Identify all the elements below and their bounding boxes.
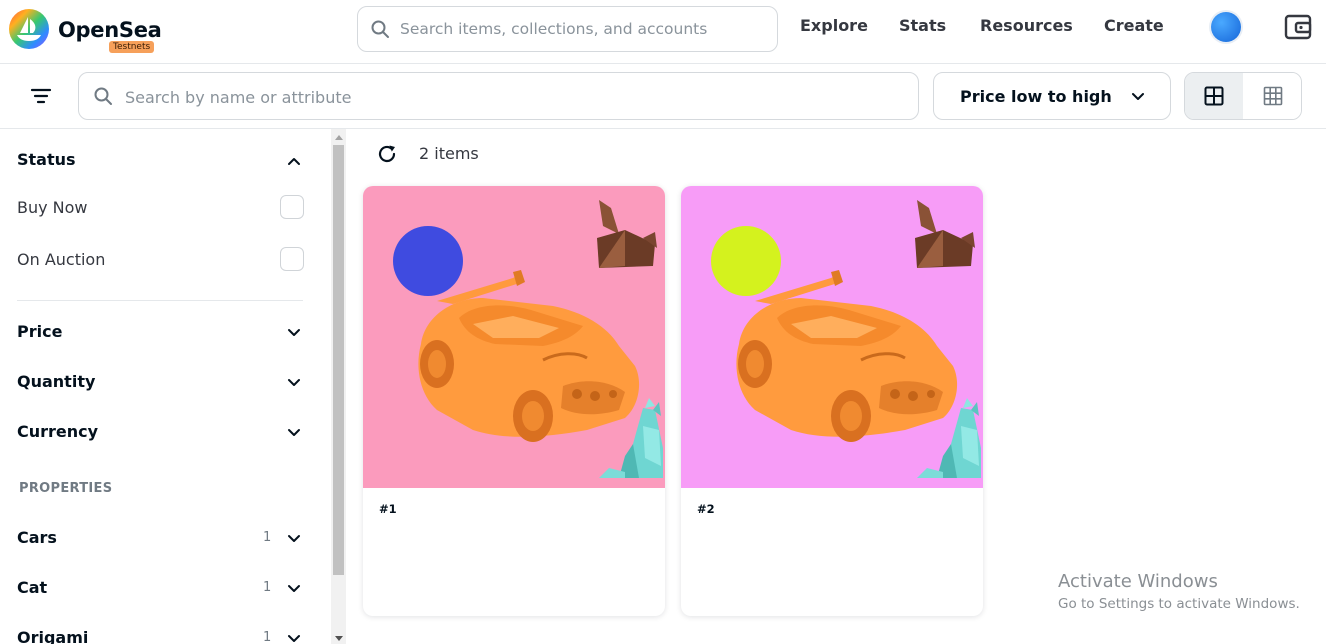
nft-item-card[interactable]: #1 [363, 186, 665, 616]
on-auction-label: On Auction [17, 250, 106, 269]
quantity-filter-header[interactable]: Quantity [17, 367, 307, 397]
property-origami-label: Origami [17, 628, 89, 644]
global-search-input[interactable] [400, 17, 770, 41]
grid-view-toggle [1184, 72, 1302, 120]
large-grid-view-button[interactable] [1185, 73, 1243, 119]
property-cars-label: Cars [17, 528, 57, 547]
small-grid-icon [1263, 86, 1283, 106]
status-filter-title: Status [17, 150, 76, 169]
small-grid-view-button[interactable] [1244, 73, 1301, 119]
nft-item-name: #1 [379, 502, 397, 516]
property-origami-header[interactable]: Origami 1 [17, 623, 307, 644]
nft-artwork-image [363, 186, 665, 488]
price-filter-title: Price [17, 322, 63, 341]
scroll-down-arrow-icon[interactable] [335, 636, 343, 641]
nav-create-link[interactable]: Create [1104, 16, 1164, 35]
status-filter-header[interactable]: Status [17, 145, 307, 175]
chevron-down-icon [288, 635, 300, 642]
sidebar-divider [17, 300, 303, 301]
item-search-box[interactable] [78, 72, 919, 120]
price-filter-header[interactable]: Price [17, 317, 307, 347]
property-cars-header[interactable]: Cars 1 [17, 523, 307, 553]
sidebar-scrollbar[interactable] [331, 129, 346, 644]
chevron-down-icon [288, 379, 300, 386]
nft-item-card[interactable]: #2 [681, 186, 983, 616]
chevron-down-icon [288, 535, 300, 542]
property-cat-count: 1 [263, 580, 272, 595]
testnets-badge: Testnets [109, 41, 155, 53]
collection-toolbar: Price low to high [0, 64, 1326, 129]
chevron-down-icon [288, 329, 300, 336]
filter-sidebar: Status Buy Now On Auction Price Quantity… [0, 129, 330, 644]
buy-now-option[interactable]: Buy Now [17, 193, 307, 223]
chevron-down-icon [288, 429, 300, 436]
top-navigation-bar: OpenSea Testnets Explore Stats Resources… [0, 0, 1326, 64]
item-search-input[interactable] [125, 85, 905, 109]
currency-filter-header[interactable]: Currency [17, 417, 307, 447]
property-origami-count: 1 [263, 630, 272, 644]
properties-section-title: PROPERTIES [19, 481, 113, 496]
nav-stats-link[interactable]: Stats [899, 16, 946, 35]
global-search-box[interactable] [357, 6, 778, 52]
buy-now-label: Buy Now [17, 198, 88, 217]
items-grid-area: 2 items #1 #2 [346, 129, 1326, 644]
scroll-up-arrow-icon[interactable] [335, 135, 343, 140]
brand-name: OpenSea [58, 18, 162, 42]
property-cat-label: Cat [17, 578, 48, 597]
chevron-down-icon [1132, 93, 1144, 100]
nav-resources-link[interactable]: Resources [980, 16, 1073, 35]
search-icon [94, 87, 112, 105]
chevron-up-icon [288, 158, 300, 165]
opensea-logo-link[interactable]: OpenSea Testnets [8, 6, 178, 58]
property-cars-count: 1 [263, 530, 272, 545]
quantity-filter-title: Quantity [17, 372, 96, 391]
nav-explore-link[interactable]: Explore [800, 16, 868, 35]
profile-avatar[interactable] [1211, 12, 1241, 42]
nft-artwork-image [681, 186, 983, 488]
currency-filter-title: Currency [17, 422, 99, 441]
chevron-down-icon [288, 585, 300, 592]
nft-item-name: #2 [697, 502, 715, 516]
on-auction-checkbox[interactable] [280, 247, 304, 271]
on-auction-option[interactable]: On Auction [17, 245, 307, 275]
refresh-icon[interactable] [376, 143, 398, 165]
search-icon [371, 20, 389, 38]
opensea-logo-icon [9, 9, 49, 49]
sort-dropdown-label: Price low to high [960, 87, 1112, 106]
buy-now-checkbox[interactable] [280, 195, 304, 219]
property-cat-header[interactable]: Cat 1 [17, 573, 307, 603]
filter-toggle-icon[interactable] [28, 84, 54, 108]
scrollbar-thumb[interactable] [333, 145, 344, 575]
sort-dropdown[interactable]: Price low to high [933, 72, 1171, 120]
large-grid-icon [1204, 86, 1224, 106]
items-count: 2 items [419, 144, 479, 163]
wallet-icon[interactable] [1284, 13, 1312, 41]
